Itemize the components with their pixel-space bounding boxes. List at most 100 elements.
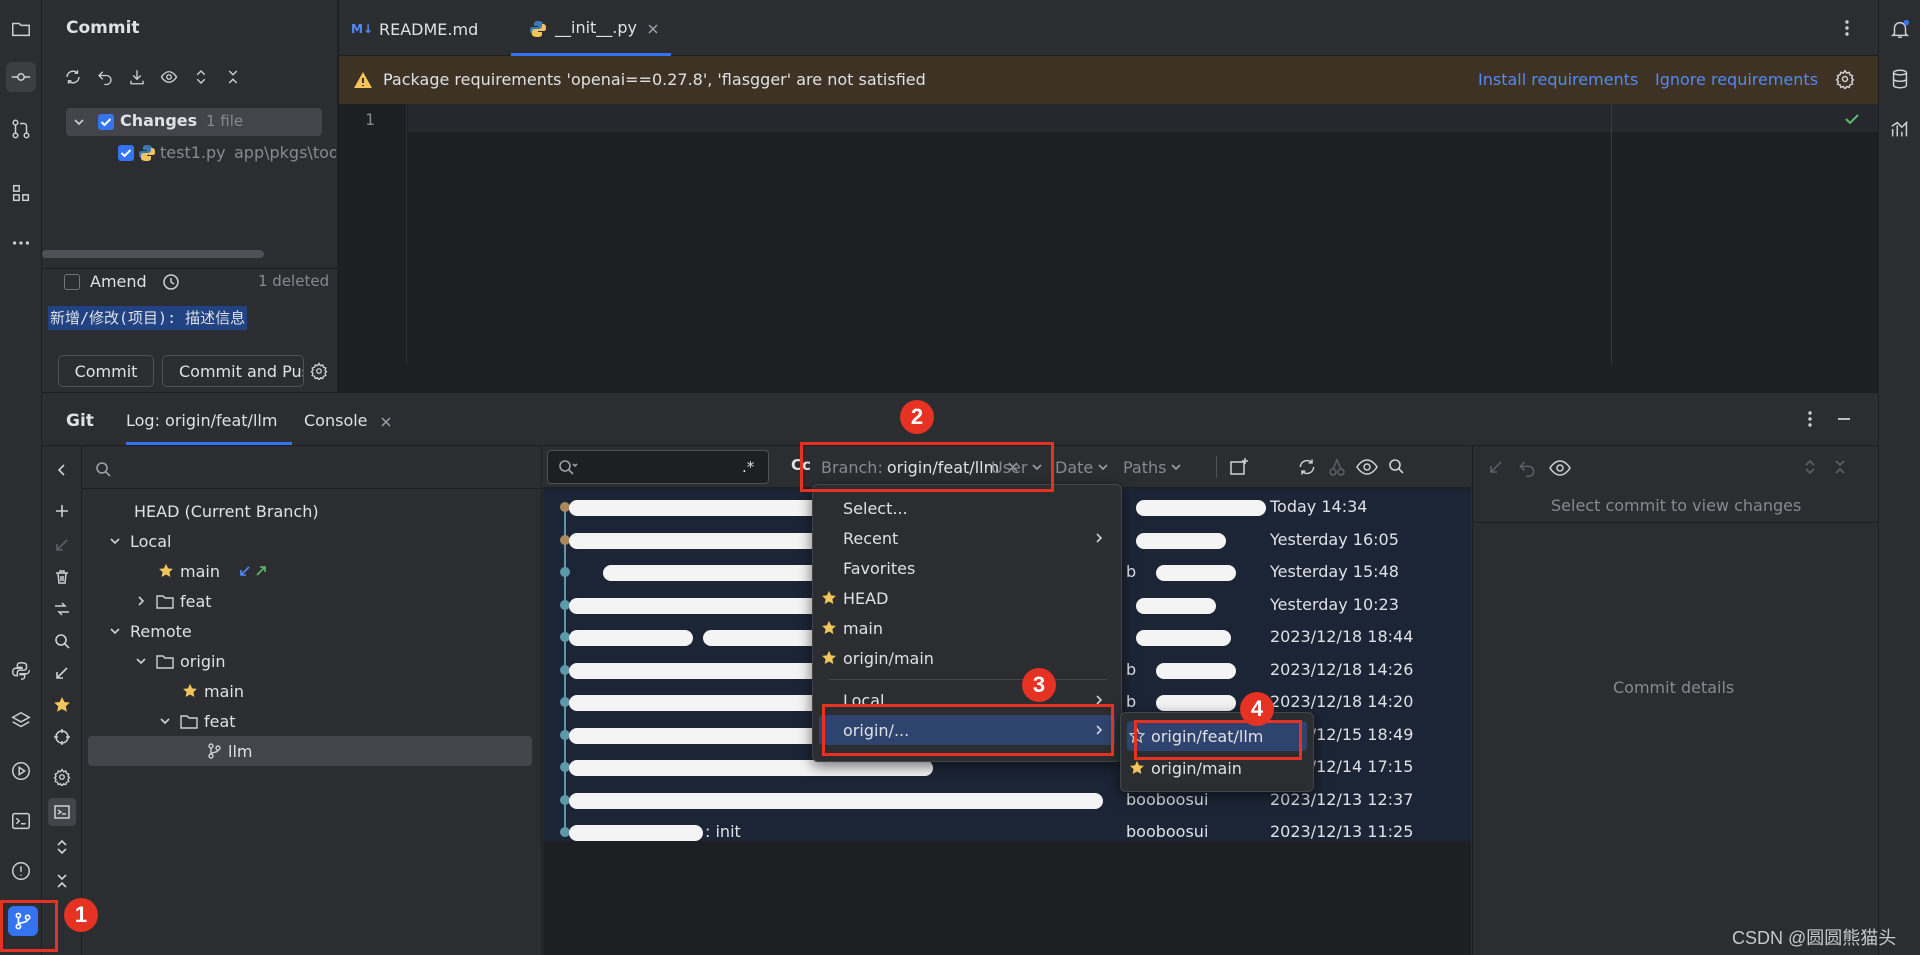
collapse-panel-icon[interactable] xyxy=(54,462,70,478)
navigate-log-icon[interactable] xyxy=(53,728,71,746)
menu-item-favorites[interactable]: Favorites xyxy=(819,553,1115,583)
changes-group-row[interactable]: Changes 1 file xyxy=(66,108,322,136)
menu-item-origin-main[interactable]: origin/main xyxy=(819,643,1115,673)
close-tab-icon[interactable] xyxy=(647,23,659,35)
run-icon[interactable] xyxy=(6,756,36,786)
more-tabs-icon[interactable] xyxy=(1837,18,1857,38)
update-project-icon[interactable] xyxy=(126,66,148,88)
branches-gear-icon[interactable] xyxy=(53,768,71,786)
update-branch-icon[interactable] xyxy=(53,536,71,554)
analytics-icon[interactable] xyxy=(1885,114,1915,144)
menu-item-recent[interactable]: Recent xyxy=(819,523,1115,553)
regex-toggle[interactable]: .* xyxy=(742,458,754,476)
layers-icon[interactable] xyxy=(6,706,36,736)
minimize-icon[interactable] xyxy=(1834,409,1854,429)
chevron-down-icon[interactable] xyxy=(108,534,122,548)
tree-origin-main[interactable]: main xyxy=(182,678,244,704)
compare-branches-icon[interactable] xyxy=(53,600,71,618)
install-requirements-link[interactable]: Install requirements xyxy=(1478,70,1638,89)
tab-log[interactable]: Log: origin/feat/llm xyxy=(126,393,292,445)
commit-message[interactable]: 新增/修改(项目): 描述信息 xyxy=(48,306,248,330)
commit-and-push-button[interactable]: Commit and Pus xyxy=(162,355,304,387)
revert-icon[interactable] xyxy=(1517,458,1537,478)
new-tab-icon[interactable] xyxy=(1229,457,1249,477)
python-console-icon[interactable] xyxy=(6,656,36,686)
chevron-right-icon[interactable] xyxy=(134,594,148,608)
more-options-icon[interactable] xyxy=(1800,409,1820,429)
delete-branch-icon[interactable] xyxy=(53,568,71,586)
group-by-toggle[interactable] xyxy=(48,798,76,826)
pull-requests-icon[interactable] xyxy=(6,114,36,144)
chevron-down-icon[interactable] xyxy=(134,654,148,668)
horizontal-scrollbar[interactable] xyxy=(42,250,264,258)
log-row[interactable]: : init booboosui 2023/12/13 11:25 xyxy=(543,816,1471,848)
branch-search-icon[interactable] xyxy=(94,460,112,478)
redacted-author xyxy=(1156,695,1236,711)
terminal-icon[interactable] xyxy=(6,806,36,836)
view-options-icon[interactable] xyxy=(1356,457,1378,477)
tab-init-py[interactable]: __init__.py xyxy=(511,0,671,56)
search-history-icon[interactable] xyxy=(558,459,578,477)
clock-icon[interactable] xyxy=(162,273,180,291)
more-tools-icon[interactable] xyxy=(6,228,36,258)
tree-llm-row-selected[interactable]: llm xyxy=(88,736,532,766)
refresh-log-icon[interactable] xyxy=(1297,457,1317,477)
banner-gear-icon[interactable] xyxy=(1835,69,1855,89)
preview-icon[interactable] xyxy=(1549,458,1571,478)
tree-remote[interactable]: Remote xyxy=(108,618,192,644)
log-row[interactable]: booboosui 2023/12/13 12:37 xyxy=(543,784,1471,816)
favorite-star-icon[interactable] xyxy=(53,696,71,714)
chevron-down-icon[interactable] xyxy=(158,714,172,728)
amend-checkbox[interactable] xyxy=(64,274,80,290)
tab-readme[interactable]: M↓ README.md xyxy=(351,16,478,42)
problems-icon[interactable] xyxy=(6,856,36,886)
tree-origin-feat[interactable]: feat xyxy=(158,708,236,734)
tree-head[interactable]: HEAD (Current Branch) xyxy=(134,498,319,524)
expand-icon[interactable] xyxy=(1801,458,1819,476)
new-branch-icon[interactable] xyxy=(53,502,71,520)
collapse-icon[interactable] xyxy=(1831,458,1849,476)
commit-options-gear-icon[interactable] xyxy=(310,362,328,380)
expand-tree-icon[interactable] xyxy=(53,838,71,856)
changed-file-row[interactable]: test1.py app\pkgs\too xyxy=(116,140,336,166)
current-line-highlight[interactable] xyxy=(408,104,1878,132)
collapse-all-icon[interactable] xyxy=(222,66,244,88)
menu-item-head[interactable]: HEAD xyxy=(819,583,1115,613)
file-checkbox[interactable] xyxy=(118,145,134,161)
fetch-icon[interactable] xyxy=(53,664,71,682)
log-search-input[interactable]: .* xyxy=(547,450,769,484)
tree-local[interactable]: Local xyxy=(108,528,171,554)
ignore-requirements-link[interactable]: Ignore requirements xyxy=(1655,70,1818,89)
chevron-down-icon[interactable] xyxy=(108,624,122,638)
cherry-pick-icon[interactable] xyxy=(1327,457,1347,477)
menu-item-main[interactable]: main xyxy=(819,613,1115,643)
changes-checkbox[interactable] xyxy=(98,114,114,130)
commit-date: Today 14:34 xyxy=(1270,497,1368,516)
notifications-icon[interactable] xyxy=(1885,14,1915,44)
tree-llm[interactable]: llm xyxy=(206,738,252,764)
tab-console[interactable]: Console xyxy=(304,393,404,445)
database-icon[interactable] xyxy=(1885,64,1915,94)
show-diff-icon[interactable] xyxy=(158,66,180,88)
search-branch-icon[interactable] xyxy=(53,632,71,650)
tree-origin[interactable]: origin xyxy=(134,648,226,674)
commit-button[interactable]: Commit xyxy=(58,355,154,387)
project-icon[interactable] xyxy=(6,14,36,44)
collapse-tree-icon[interactable] xyxy=(53,872,71,890)
close-console-icon[interactable] xyxy=(380,416,392,428)
tree-local-feat[interactable]: feat xyxy=(134,588,212,614)
rollback-icon[interactable] xyxy=(94,66,116,88)
date-filter[interactable]: Date xyxy=(1055,446,1109,488)
commit-tool-icon[interactable] xyxy=(6,62,36,92)
file-path: app\pkgs\too xyxy=(234,143,336,162)
tree-local-main[interactable]: main xyxy=(158,558,268,584)
refresh-icon[interactable] xyxy=(62,66,84,88)
show-diff-icon[interactable] xyxy=(1485,458,1505,478)
chevron-down-icon[interactable] xyxy=(72,115,86,129)
expand-all-icon[interactable] xyxy=(190,66,212,88)
structure-icon[interactable] xyxy=(6,178,36,208)
no-problems-check-icon[interactable] xyxy=(1843,110,1861,128)
paths-filter[interactable]: Paths xyxy=(1123,446,1182,488)
go-to-hash-icon[interactable] xyxy=(1387,457,1405,475)
menu-item-select[interactable]: Select... xyxy=(819,493,1115,523)
